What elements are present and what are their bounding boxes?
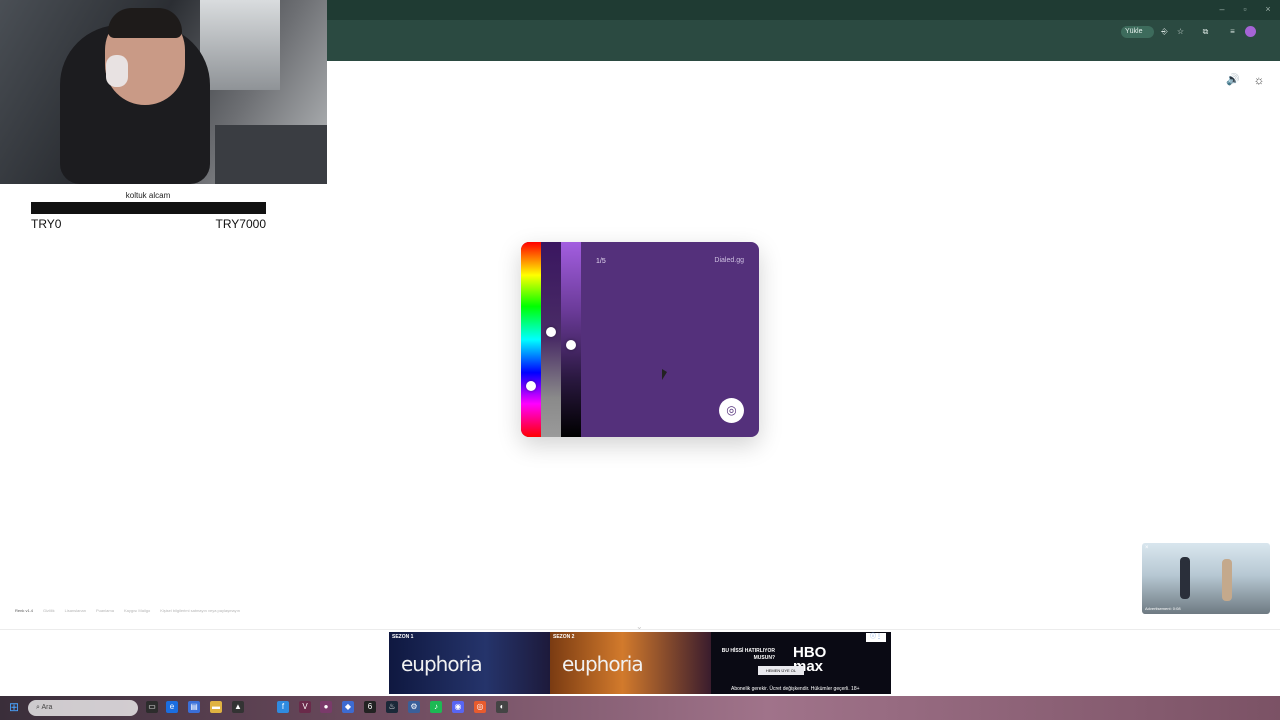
ad-divider — [0, 629, 1280, 630]
task-view-icon[interactable]: ▭ — [146, 701, 158, 713]
round-counter: 1/5 — [596, 258, 606, 265]
brand-label: Dialed.gg — [714, 257, 744, 264]
ad-panel-season-1[interactable]: SEZON 1 euphoria — [389, 632, 550, 694]
app-icon[interactable]: ▲ — [232, 701, 244, 713]
page-footer: Renk v1.4 Gizlilik Lisanslanan Puanlama … — [15, 608, 240, 613]
show-title: euphoria — [401, 652, 483, 676]
hue-slider-knob[interactable] — [526, 381, 536, 392]
donation-max-value: TRY7000 — [215, 217, 266, 231]
chrome-icon[interactable]: ◎ — [474, 701, 486, 713]
profile-avatar[interactable] — [1245, 26, 1256, 37]
taskbar-search-placeholder: Ara — [41, 704, 53, 711]
video-figure-right — [1222, 559, 1232, 601]
ad-choices-icon[interactable]: ⓘ⋮ — [866, 633, 886, 642]
hue-slider[interactable] — [521, 242, 541, 437]
install-app-button[interactable]: Yükle — [1121, 26, 1154, 38]
video-figure-left — [1180, 557, 1190, 599]
footer-link-privacy[interactable]: Gizlilik — [43, 608, 55, 613]
donation-min-value: TRY0 — [31, 217, 62, 231]
footer-link-do-not-sell[interactable]: Kişisel bilgilerimi satmayın veya paylaş… — [160, 608, 240, 613]
maximize-button[interactable]: ▫ — [1239, 4, 1251, 14]
season-label: SEZON 1 — [392, 634, 414, 640]
folder-icon[interactable]: ▬ — [210, 701, 222, 713]
lightness-slider-knob[interactable] — [566, 340, 576, 351]
app-icon[interactable]: ◆ — [342, 701, 354, 713]
donation-progress-bar — [31, 202, 266, 214]
video-ad[interactable]: × Advertisement: 0:08 — [1142, 543, 1270, 614]
saturation-slider-knob[interactable] — [546, 326, 556, 337]
color-game-card[interactable]: 1/5 Dialed.gg ◎ — [521, 242, 759, 437]
theme-toggle-icon[interactable]: ☼ — [1252, 73, 1266, 87]
store-icon[interactable]: ▤ — [188, 701, 200, 713]
media-icon[interactable]: ≡ — [1227, 26, 1238, 37]
footer-link-concerns[interactable]: Kaygısı Mailgo — [124, 608, 150, 613]
webcam-headphone — [106, 55, 128, 87]
minimize-button[interactable]: – — [1216, 4, 1228, 14]
ad-panel-season-2[interactable]: SEZON 2 euphoria — [550, 632, 711, 694]
steam-icon[interactable]: ♨ — [386, 701, 398, 713]
sound-icon[interactable]: 🔊 — [1226, 73, 1240, 87]
app-icon[interactable]: 6 — [364, 701, 376, 713]
lightness-slider[interactable] — [561, 242, 581, 437]
show-title: euphoria — [562, 652, 644, 676]
ad-panel-hbo[interactable]: BU HİSSİ HATIRLIYOR MUSUN? HBO max HEMEN… — [711, 632, 891, 694]
webcam-person-hair — [108, 8, 182, 38]
app-icon[interactable]: f — [277, 701, 289, 713]
submit-guess-button[interactable]: ◎ — [719, 398, 744, 423]
footer-link-scoring[interactable]: Puanlama — [96, 608, 114, 613]
edge-icon[interactable]: e — [166, 701, 178, 713]
discord-icon[interactable]: ◉ — [452, 701, 464, 713]
translate-icon[interactable]: ⎆ — [1159, 26, 1170, 37]
video-ad-label: Advertisement: 0:08 — [1145, 606, 1181, 611]
banner-ad[interactable]: SEZON 1 euphoria SEZON 2 euphoria BU HİS… — [389, 632, 891, 694]
mouse-cursor — [662, 369, 667, 380]
extensions-icon[interactable]: ⧉ — [1200, 26, 1211, 37]
windows-start-icon[interactable]: ⊞ — [9, 701, 21, 713]
hbo-cta-button[interactable]: HEMEN ÜYE OL — [758, 666, 804, 675]
app-icon[interactable]: ⚙ — [408, 701, 420, 713]
version-label: Renk v1.4 — [15, 608, 34, 613]
webcam-overlay — [0, 0, 327, 184]
target-icon: ◎ — [726, 403, 737, 417]
webcam-desk — [215, 125, 327, 184]
webcam-window-bg — [200, 0, 280, 90]
saturation-slider[interactable] — [541, 242, 561, 437]
footer-link-licenses[interactable]: Lisanslanan — [65, 608, 86, 613]
season-label: SEZON 2 — [553, 634, 575, 640]
taskbar-search-input[interactable]: ⌕ Ara — [28, 700, 138, 716]
hbo-disclaimer: Abonelik gerekir. Ücret değişkendir. Hük… — [731, 686, 860, 692]
donation-goal-title: koltuk alcam — [125, 191, 171, 200]
close-icon[interactable]: × — [1145, 545, 1149, 551]
spotify-icon[interactable]: ♪ — [430, 701, 442, 713]
app-icon[interactable]: V — [299, 701, 311, 713]
app-icon[interactable]: ◐ — [496, 701, 508, 713]
hbo-tagline: BU HİSSİ HATIRLIYOR MUSUN? — [721, 648, 775, 661]
star-icon[interactable]: ☆ — [1175, 26, 1186, 37]
close-window-button[interactable]: × — [1262, 4, 1274, 14]
app-icon[interactable]: ● — [320, 701, 332, 713]
install-label: Yükle — [1125, 28, 1143, 35]
